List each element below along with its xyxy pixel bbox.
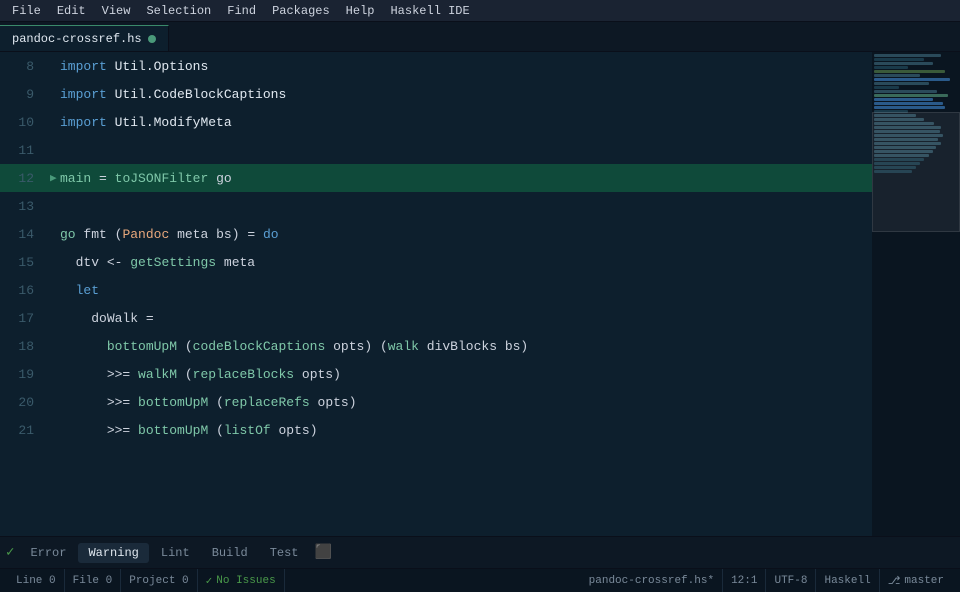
status-language: Haskell xyxy=(816,569,879,592)
code-line: 15 dtv <- getSettings meta xyxy=(0,248,872,276)
code-editor[interactable]: 8 import Util.Options 9 import Util.CodeBlo… xyxy=(0,52,872,536)
code-line: 19 >>= walkM (replaceBlocks opts) xyxy=(0,360,872,388)
panel-tab-test[interactable]: Test xyxy=(260,543,309,563)
line-content: bottomUpM (codeBlockCaptions opts) (walk… xyxy=(56,339,872,354)
menu-haskell-ide[interactable]: Haskell IDE xyxy=(382,2,477,20)
code-line: 17 doWalk = xyxy=(0,304,872,332)
menu-packages[interactable]: Packages xyxy=(264,2,338,20)
status-filename: pandoc-crossref.hs* xyxy=(581,569,723,592)
code-line: 9 import Util.CodeBlockCaptions xyxy=(0,80,872,108)
status-issues[interactable]: ✓ No Issues xyxy=(198,569,285,592)
minimap-line xyxy=(874,62,933,65)
line-content: >>= bottomUpM (replaceRefs opts) xyxy=(56,395,872,410)
panel-folder-icon[interactable]: ⬛ xyxy=(315,544,332,561)
minimap-line xyxy=(874,90,937,93)
panel-tab-warning[interactable]: Warning xyxy=(78,543,148,563)
line-content: import Util.CodeBlockCaptions xyxy=(56,87,872,102)
issues-check-icon: ✓ xyxy=(206,574,213,588)
status-branch: ⎇ master xyxy=(880,569,952,592)
status-file[interactable]: File 0 xyxy=(65,569,122,592)
line-number: 21 xyxy=(0,423,50,438)
code-line: 10 import Util.ModifyMeta xyxy=(0,108,872,136)
menu-help[interactable]: Help xyxy=(338,2,383,20)
line-content: import Util.ModifyMeta xyxy=(56,115,872,130)
minimap-line xyxy=(874,54,941,57)
status-bar: Line 0 File 0 Project 0 ✓ No Issues pand… xyxy=(0,568,960,592)
panel-tab-lint[interactable]: Lint xyxy=(151,543,200,563)
minimap-line xyxy=(874,102,943,105)
line-number: 12 xyxy=(0,171,50,186)
status-issues-label: No Issues xyxy=(216,575,275,587)
minimap-line xyxy=(874,98,933,101)
code-line: 18 bottomUpM (codeBlockCaptions opts) (w… xyxy=(0,332,872,360)
minimap-line xyxy=(874,74,920,77)
line-content: >>= walkM (replaceBlocks opts) xyxy=(56,367,872,382)
minimap-viewport[interactable] xyxy=(872,112,960,232)
tab-modified-dot xyxy=(148,35,156,43)
line-number: 10 xyxy=(0,115,50,130)
code-lines: 8 import Util.Options 9 import Util.CodeBlo… xyxy=(0,52,872,444)
minimap-line xyxy=(874,78,950,81)
panel-tab-error[interactable]: Error xyxy=(20,543,76,563)
editor-tab[interactable]: pandoc-crossref.hs xyxy=(0,25,169,51)
minimap-line xyxy=(874,106,945,109)
panel-tab-build[interactable]: Build xyxy=(202,543,258,563)
line-content: main = toJSONFilter go xyxy=(56,171,872,186)
panel-tabs: ✓ Error Warning Lint Build Test ⬛ xyxy=(0,536,960,568)
line-number: 15 xyxy=(0,255,50,270)
minimap-line xyxy=(874,58,924,61)
tab-bar: pandoc-crossref.hs xyxy=(0,22,960,52)
minimap-line xyxy=(874,70,945,73)
minimap-line xyxy=(874,66,908,69)
line-content: doWalk = xyxy=(56,311,872,326)
code-line: 12▶main = toJSONFilter go xyxy=(0,164,872,192)
line-number: 8 xyxy=(0,59,50,74)
minimap-line xyxy=(874,82,929,85)
line-content: >>= bottomUpM (listOf opts) xyxy=(56,423,872,438)
line-content: import Util.Options xyxy=(56,59,872,74)
menu-file[interactable]: File xyxy=(4,2,49,20)
code-line: 14 go fmt (Pandoc meta bs) = do xyxy=(0,220,872,248)
line-number: 19 xyxy=(0,367,50,382)
line-number: 13 xyxy=(0,199,50,214)
code-line: 13 xyxy=(0,192,872,220)
panel-checkmark-icon: ✓ xyxy=(6,544,14,561)
menu-bar: File Edit View Selection Find Packages H… xyxy=(0,0,960,22)
line-number: 20 xyxy=(0,395,50,410)
minimap xyxy=(872,52,960,536)
editor-area: 8 import Util.Options 9 import Util.CodeBlo… xyxy=(0,52,960,536)
status-line[interactable]: Line 0 xyxy=(8,569,65,592)
code-line: 16 let xyxy=(0,276,872,304)
line-number: 18 xyxy=(0,339,50,354)
status-encoding: UTF-8 xyxy=(766,569,816,592)
line-content: let xyxy=(56,283,872,298)
line-number: 11 xyxy=(0,143,50,158)
menu-find[interactable]: Find xyxy=(219,2,264,20)
code-line: 8 import Util.Options xyxy=(0,52,872,80)
code-line: 20 >>= bottomUpM (replaceRefs opts) xyxy=(0,388,872,416)
menu-selection[interactable]: Selection xyxy=(138,2,219,20)
line-content: dtv <- getSettings meta xyxy=(56,255,872,270)
code-line: 11 xyxy=(0,136,872,164)
line-number: 9 xyxy=(0,87,50,102)
git-icon: ⎇ xyxy=(888,574,901,588)
minimap-line xyxy=(874,94,948,97)
tab-filename: pandoc-crossref.hs xyxy=(12,32,142,46)
line-number: 17 xyxy=(0,311,50,326)
menu-view[interactable]: View xyxy=(94,2,139,20)
line-number: 16 xyxy=(0,283,50,298)
line-content: go fmt (Pandoc meta bs) = do xyxy=(56,227,872,242)
code-line: 21 >>= bottomUpM (listOf opts) xyxy=(0,416,872,444)
status-project[interactable]: Project 0 xyxy=(121,569,197,592)
status-position: 12:1 xyxy=(723,569,766,592)
minimap-line xyxy=(874,86,899,89)
line-number: 14 xyxy=(0,227,50,242)
status-branch-label: master xyxy=(904,575,944,587)
menu-edit[interactable]: Edit xyxy=(49,2,94,20)
